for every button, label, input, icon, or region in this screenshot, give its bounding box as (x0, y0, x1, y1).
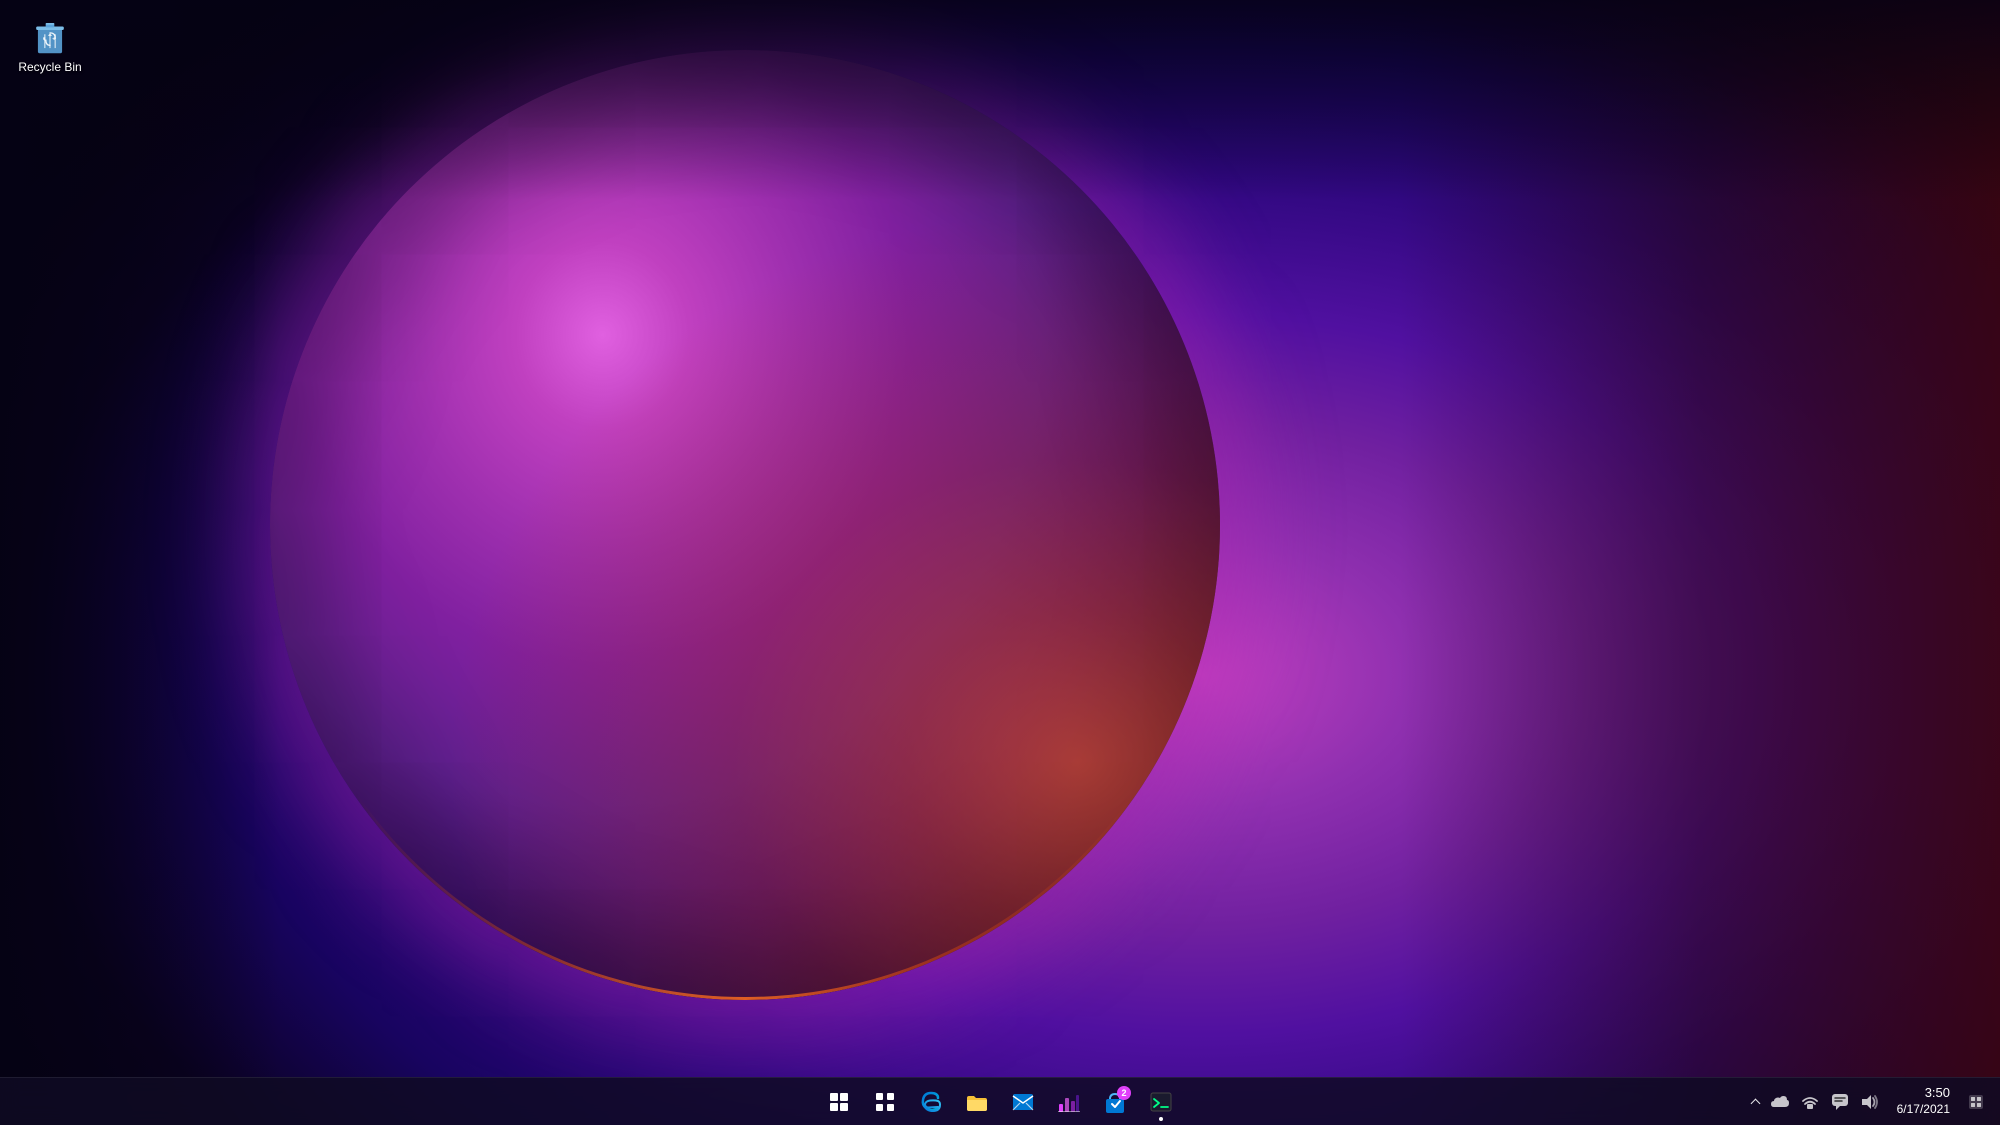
edge-icon (920, 1091, 942, 1113)
recycle-bin-image (30, 16, 70, 56)
terminal-active-dot (1159, 1117, 1163, 1121)
store-button[interactable]: 2 (1093, 1080, 1137, 1124)
mail-icon (1012, 1093, 1034, 1111)
store-badge: 2 (1117, 1086, 1131, 1100)
desktop-area: Recycle Bin (0, 0, 2000, 1085)
msi-center-button[interactable] (1047, 1080, 1091, 1124)
windows-logo-icon (830, 1093, 848, 1111)
recycle-bin-label: Recycle Bin (18, 60, 81, 74)
tray-icons-group (1744, 1091, 1887, 1113)
taskbar: 2 (0, 1077, 2000, 1125)
notification-icon (1969, 1095, 1983, 1109)
volume-tray-icon[interactable] (1857, 1092, 1883, 1112)
network-tray-icon[interactable] (1797, 1092, 1823, 1112)
clock-date: 6/17/2021 (1897, 1102, 1950, 1118)
terminal-icon (1150, 1092, 1172, 1112)
clock-time: 3:50 (1897, 1085, 1950, 1102)
onedrive-tray-icon[interactable] (1767, 1093, 1793, 1111)
start-button[interactable] (817, 1080, 861, 1124)
chart-icon (1058, 1092, 1080, 1112)
chevron-up-icon (1750, 1098, 1760, 1108)
chat-tray-icon[interactable] (1827, 1091, 1853, 1113)
mail-button[interactable] (1001, 1080, 1045, 1124)
file-explorer-icon (966, 1092, 988, 1112)
cloud-icon (1771, 1095, 1789, 1109)
search-grid-icon (875, 1092, 895, 1112)
chat-icon (1831, 1093, 1849, 1111)
search-button[interactable] (863, 1080, 907, 1124)
volume-icon (1861, 1094, 1879, 1110)
recycle-bin-icon[interactable]: Recycle Bin (10, 10, 90, 80)
system-tray: 3:50 6/17/2021 (1744, 1078, 2000, 1125)
clock-widget[interactable]: 3:50 6/17/2021 (1889, 1085, 1958, 1117)
notification-center-button[interactable] (1960, 1086, 1992, 1118)
taskbar-center-icons: 2 (817, 1078, 1183, 1125)
network-icon (1801, 1094, 1819, 1110)
edge-button[interactable] (909, 1080, 953, 1124)
show-hidden-icons-button[interactable] (1748, 1095, 1763, 1109)
terminal-button[interactable] (1139, 1080, 1183, 1124)
file-explorer-button[interactable] (955, 1080, 999, 1124)
